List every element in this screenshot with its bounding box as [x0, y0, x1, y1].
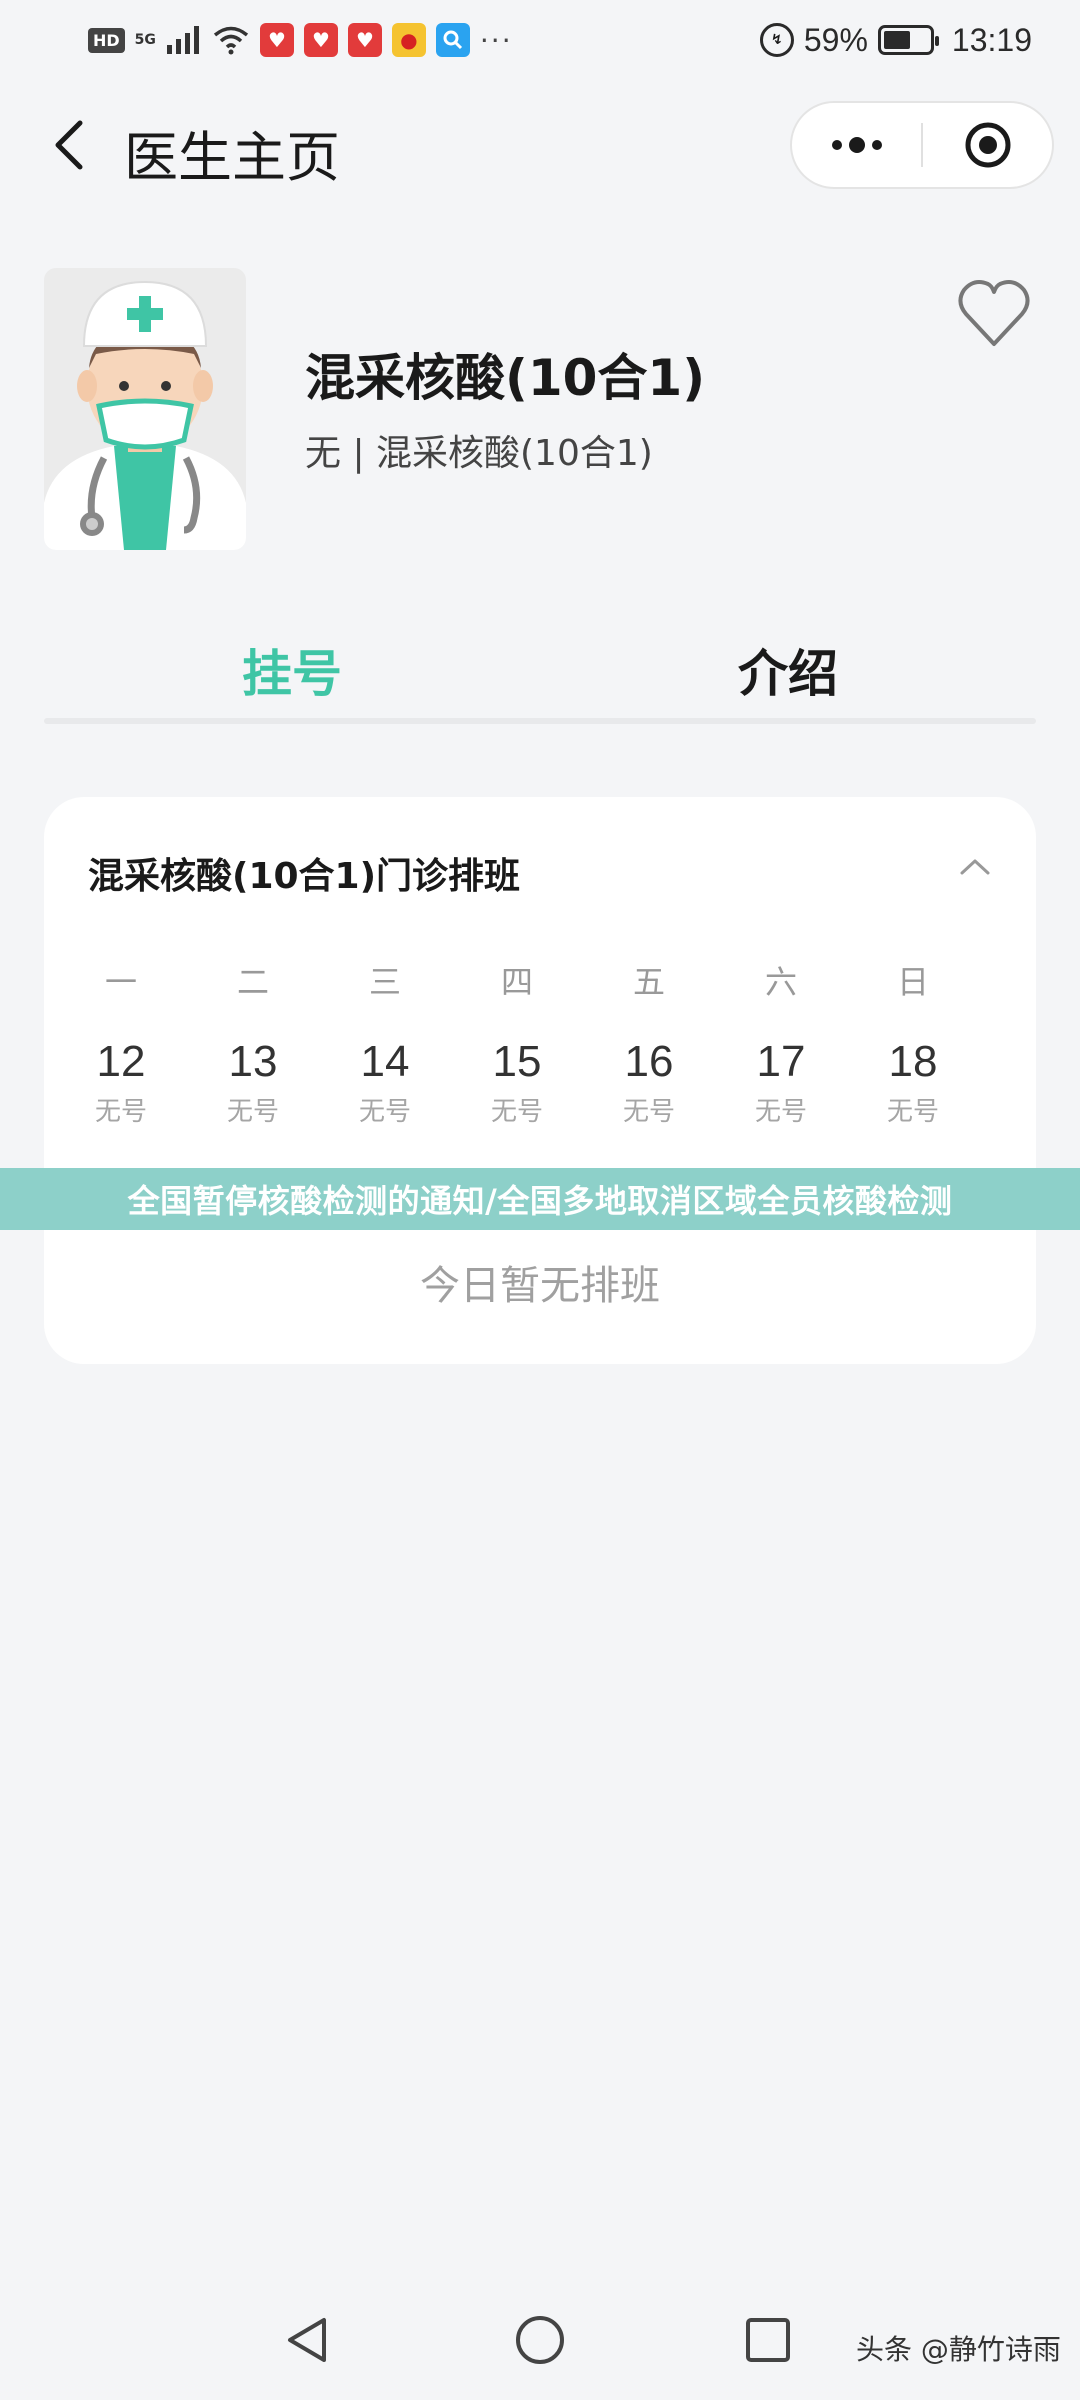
watermark: 头条 @静竹诗雨 — [856, 2333, 1061, 2366]
day-status: 无号 — [886, 1097, 939, 1127]
day-status: 无号 — [94, 1097, 147, 1127]
day-weekday: 五 — [632, 963, 665, 1001]
day-cell[interactable]: 三 14 无号 — [319, 957, 451, 1128]
circle-home-icon — [516, 2316, 564, 2364]
search-app-icon — [435, 23, 470, 57]
day-cell[interactable]: 六 17 无号 — [715, 957, 847, 1128]
more-button[interactable] — [792, 103, 921, 187]
tab-registration[interactable]: 挂号 — [44, 620, 540, 720]
day-status: 无号 — [490, 1097, 543, 1127]
tab-bar: 挂号 介绍 — [44, 620, 1036, 720]
tab-introduction[interactable]: 介绍 — [540, 620, 1036, 720]
day-cell[interactable]: 四 15 无号 — [451, 957, 583, 1128]
week-calendar: 一 12 无号 二 13 无号 三 14 无号 四 15 无号 五 16 无号 … — [44, 957, 1036, 1128]
square-recents-icon — [746, 2318, 790, 2362]
back-button[interactable] — [40, 115, 100, 175]
tab-divider — [44, 718, 1036, 724]
headline-text: 全国暂停核酸检测的通知/全国多地取消区域全员核酸检测 — [127, 1182, 953, 1220]
system-recents-button[interactable] — [728, 2300, 808, 2380]
wifi-icon — [213, 26, 249, 55]
day-cell[interactable]: 一 12 无号 — [55, 957, 187, 1128]
app-notification-icon: ♥ — [347, 23, 382, 57]
nav-bar: 医生主页 — [0, 95, 1080, 195]
status-bar-right: ↯ 59% 13:19 — [759, 21, 1032, 59]
chevron-up-icon — [960, 859, 990, 875]
headline-banner: 全国暂停核酸检测的通知/全国多地取消区域全员核酸检测 — [0, 1168, 1080, 1230]
heart-icon — [958, 280, 1030, 346]
schedule-card: 混采核酸(10合1)门诊排班 一 12 无号 二 13 无号 三 14 无号 四… — [44, 797, 1036, 1364]
day-weekday: 四 — [500, 963, 533, 1001]
collapse-button[interactable] — [950, 847, 1000, 887]
system-home-button[interactable] — [500, 2300, 580, 2380]
day-date: 15 — [492, 1037, 542, 1086]
day-date: 14 — [360, 1037, 410, 1086]
more-dots-icon — [831, 137, 882, 153]
triangle-back-icon — [288, 2318, 326, 2362]
doctor-name: 混采核酸(10合1) — [305, 349, 706, 407]
app-notification-icon: ♥ — [303, 23, 338, 57]
day-date: 16 — [624, 1037, 674, 1086]
schedule-title: 混采核酸(10合1)门诊排班 — [88, 856, 521, 897]
status-bar: HD 5G ♥ ♥ ♥ ● ··· ↯ 59% 13:19 — [0, 0, 1080, 80]
day-date: 18 — [888, 1037, 938, 1086]
status-bar-left: HD 5G ♥ ♥ ♥ ● ··· — [88, 23, 513, 57]
hd-badge: HD — [88, 27, 125, 53]
system-back-button[interactable] — [268, 2300, 348, 2380]
day-status: 无号 — [622, 1097, 675, 1127]
day-date: 12 — [96, 1037, 146, 1086]
day-status: 无号 — [754, 1097, 807, 1127]
day-weekday: 日 — [896, 963, 929, 1001]
network-type: 5G — [134, 32, 156, 48]
day-status: 无号 — [358, 1097, 411, 1127]
close-miniprogram-button[interactable] — [923, 103, 1052, 187]
battery-percent: 59% — [803, 21, 868, 58]
doctor-avatar — [44, 268, 246, 550]
favorite-button[interactable] — [954, 274, 1034, 354]
battery-fill — [883, 31, 910, 49]
data-saver-icon: ↯ — [759, 23, 794, 57]
day-cell[interactable]: 二 13 无号 — [187, 957, 319, 1128]
more-notifications-icon: ··· — [479, 23, 513, 57]
day-weekday: 一 — [104, 963, 137, 1001]
day-date: 17 — [756, 1037, 806, 1086]
weibo-icon: ● — [391, 23, 426, 57]
day-cell[interactable]: 日 18 无号 — [847, 957, 979, 1128]
miniprogram-capsule — [790, 101, 1054, 189]
doctor-subtitle: 无 | 混采核酸(10合1) — [305, 433, 653, 474]
day-weekday: 三 — [368, 963, 401, 1001]
battery-icon — [877, 25, 939, 55]
signal-icon — [166, 26, 199, 54]
day-status: 无号 — [226, 1097, 279, 1127]
day-weekday: 二 — [236, 963, 269, 1001]
page-title: 医生主页 — [124, 126, 340, 189]
clock: 13:19 — [951, 21, 1032, 58]
target-close-icon — [965, 122, 1010, 168]
day-date: 13 — [228, 1037, 278, 1086]
no-schedule-text: 今日暂无排班 — [420, 1263, 660, 1309]
day-cell[interactable]: 五 16 无号 — [583, 957, 715, 1128]
chevron-left-icon — [55, 120, 83, 170]
day-weekday: 六 — [764, 963, 797, 1001]
app-notification-icon: ♥ — [259, 23, 294, 57]
doctor-illustration-icon — [44, 280, 246, 550]
